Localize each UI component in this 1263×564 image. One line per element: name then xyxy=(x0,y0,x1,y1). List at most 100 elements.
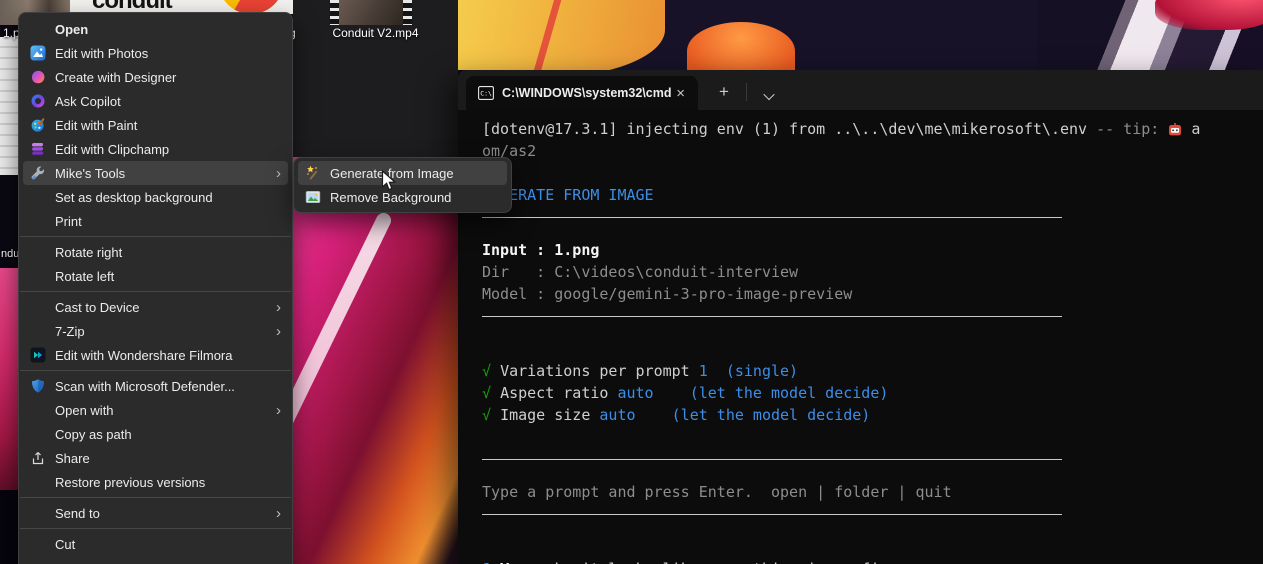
terminal-line xyxy=(482,514,1263,536)
menu-item-edit-with-photos[interactable]: Edit with Photos xyxy=(23,41,288,65)
mouse-cursor xyxy=(381,170,397,192)
menu-item-label: Mike's Tools xyxy=(55,166,125,181)
wallpaper-top xyxy=(455,0,1263,70)
menu-icon-placeholder xyxy=(30,21,46,37)
menu-item-edit-with-paint[interactable]: Edit with Paint xyxy=(23,113,288,137)
menu-item-label: Cut xyxy=(55,537,75,552)
menu-item-7-zip[interactable]: 7-Zip › xyxy=(23,319,288,343)
menu-item-label: Scan with Microsoft Defender... xyxy=(55,379,235,394)
chevron-right-icon: › xyxy=(276,403,281,418)
terminal-line: Type a prompt and press Enter. open | fo… xyxy=(482,481,1263,503)
menu-item-open[interactable]: Open xyxy=(23,17,288,41)
terminal-line: Model : google/gemini-3-pro-image-previe… xyxy=(482,283,1263,305)
wallpaper-pink xyxy=(0,268,18,490)
menu-item-mike-s-tools[interactable]: Mike's Tools › xyxy=(23,161,288,185)
menu-item-label: Edit with Clipchamp xyxy=(55,142,169,157)
menu-item-copy-as-path[interactable]: Copy as path xyxy=(23,422,288,446)
terminal-line: GENERATE FROM IMAGE xyxy=(482,184,1263,206)
chevron-right-icon: › xyxy=(276,506,281,521)
terminal-line: ? You make it looks like everything is o… xyxy=(482,558,1263,564)
terminal-line xyxy=(482,459,1263,481)
terminal-line: √ Variations per prompt 1 (single) xyxy=(482,360,1263,382)
desktop: 1.p conduit Conduit V2.mp4 g ndu C:\ C:\… xyxy=(0,0,1263,564)
terminal-line: √ Aspect ratio auto (let the model decid… xyxy=(482,382,1263,404)
menu-item-restore-previous-versions[interactable]: Restore previous versions xyxy=(23,470,288,494)
menu-item-copy[interactable]: Copy xyxy=(23,556,288,564)
terminal-line xyxy=(482,536,1263,558)
menu-icon-placeholder xyxy=(30,474,46,490)
wallpaper-yellow-shape xyxy=(455,0,665,70)
menu-item-label: Edit with Photos xyxy=(55,46,148,61)
wallpaper-middle xyxy=(293,157,458,564)
terminal-line xyxy=(482,426,1263,448)
menu-item-label: Rotate right xyxy=(55,245,122,260)
new-tab-button[interactable]: + xyxy=(712,80,736,104)
share-icon xyxy=(30,450,46,466)
cmd-icon: C:\ xyxy=(478,86,494,100)
file-label-conduit-v2[interactable]: Conduit V2.mp4 xyxy=(303,26,448,40)
menu-item-label: Set as desktop background xyxy=(55,190,213,205)
menu-item-open-with[interactable]: Open with › xyxy=(23,398,288,422)
menu-item-cut[interactable]: Cut xyxy=(23,532,288,556)
menu-item-label: Rotate left xyxy=(55,269,114,284)
menu-item-edit-with-clipchamp[interactable]: Edit with Clipchamp xyxy=(23,137,288,161)
menu-item-ask-copilot[interactable]: Ask Copilot xyxy=(23,89,288,113)
files-panel: Conduit V2.mp4 xyxy=(293,0,458,157)
context-menu: Open Edit with Photos Create with Designer… xyxy=(18,12,293,564)
menu-item-generate-from-image[interactable]: Generate from Image xyxy=(298,161,507,185)
menu-item-send-to[interactable]: Send to › xyxy=(23,501,288,525)
menu-item-cast-to-device[interactable]: Cast to Device› xyxy=(23,295,288,319)
menu-icon-placeholder xyxy=(30,323,46,339)
copilot-icon xyxy=(30,93,46,109)
menu-divider xyxy=(20,497,291,498)
terminal-line: Input : 1.png xyxy=(482,239,1263,261)
wallpaper-dark-bottom xyxy=(0,490,18,564)
video-file-thumbnail[interactable] xyxy=(330,0,412,25)
terminal-tab[interactable]: C:\ C:\WINDOWS\system32\cmd. × xyxy=(466,76,698,110)
menu-divider xyxy=(20,528,291,529)
chevron-right-icon: › xyxy=(276,300,281,315)
menu-icon-placeholder xyxy=(30,426,46,442)
menu-item-edit-with-wondershare-filmora[interactable]: Edit with Wondershare Filmora xyxy=(23,343,288,367)
menu-item-remove-background[interactable]: Remove Background xyxy=(298,185,507,209)
menu-item-set-as-desktop-background[interactable]: Set as desktop background xyxy=(23,185,288,209)
menu-item-share[interactable]: Share xyxy=(23,446,288,470)
menu-item-rotate-left[interactable]: Rotate left xyxy=(23,264,288,288)
wallpaper-white-streak xyxy=(293,210,394,513)
mikes-tools-submenu: Generate from ImageRemove Background xyxy=(293,157,512,213)
menu-item-label: Restore previous versions xyxy=(55,475,205,490)
menu-item-rotate-right[interactable]: Rotate right xyxy=(23,240,288,264)
menu-icon-placeholder xyxy=(30,299,46,315)
wallpaper-red-corner xyxy=(1155,0,1263,30)
terminal-line: [dotenv@17.3.1] injecting env (1) from .… xyxy=(482,118,1263,140)
menu-item-label: Print xyxy=(55,214,82,229)
svg-text:C:\: C:\ xyxy=(480,90,492,98)
menu-item-create-with-designer[interactable]: Create with Designer xyxy=(23,65,288,89)
menu-item-label: Ask Copilot xyxy=(55,94,121,109)
menu-item-print[interactable]: Print xyxy=(23,209,288,233)
chevron-right-icon: › xyxy=(276,166,281,181)
menu-item-label: Copy xyxy=(55,561,85,564)
chevron-right-icon: › xyxy=(276,324,281,339)
terminal-line xyxy=(482,338,1263,360)
menu-divider xyxy=(20,291,291,292)
wallpaper-orange-shape xyxy=(687,22,795,70)
file-thumbnail-striped xyxy=(0,37,18,175)
menu-item-label: 7-Zip xyxy=(55,324,85,339)
terminal-tab-title: C:\WINDOWS\system32\cmd. xyxy=(502,86,671,100)
terminal-line xyxy=(482,217,1263,239)
menu-item-scan-with-microsoft-defender[interactable]: Scan with Microsoft Defender... xyxy=(23,374,288,398)
menu-item-label: Edit with Wondershare Filmora xyxy=(55,348,233,363)
menu-item-label: Open xyxy=(55,22,88,37)
menu-icon-placeholder xyxy=(30,402,46,418)
photos-icon xyxy=(30,45,46,61)
menu-item-label: Edit with Paint xyxy=(55,118,137,133)
terminal-line: om/as2 xyxy=(482,140,1263,162)
terminal-content[interactable]: [dotenv@17.3.1] injecting env (1) from .… xyxy=(458,110,1263,564)
tab-close-icon[interactable]: × xyxy=(671,84,690,103)
menu-item-label: Open with xyxy=(55,403,114,418)
tab-dropdown-chevron-icon[interactable] xyxy=(763,89,774,100)
menu-item-label: Send to xyxy=(55,506,100,521)
menu-item-label: Share xyxy=(55,451,90,466)
designer-icon xyxy=(30,69,46,85)
